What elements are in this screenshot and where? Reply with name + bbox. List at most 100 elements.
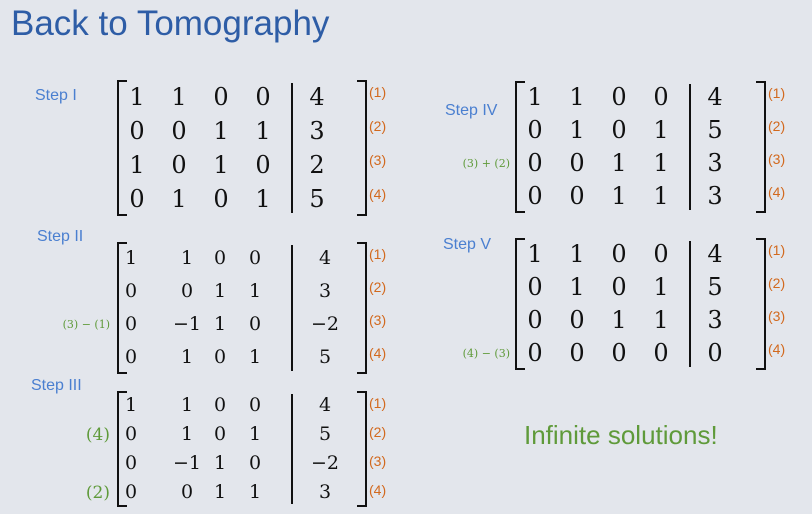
matrix-cell: 1	[653, 116, 669, 145]
matrix-cell: 0	[527, 339, 543, 368]
matrix-cell: 1	[527, 240, 543, 269]
matrix-cell: 0	[124, 313, 138, 336]
matrix-rhs-cell: 3	[707, 306, 723, 335]
conclusion-text: Infinite solutions!	[524, 420, 718, 450]
matrix-cell: 0	[611, 83, 627, 112]
step-5-label: Step V	[443, 236, 492, 253]
matrix-cell: 1	[124, 394, 138, 417]
matrix-cell: 0	[213, 423, 227, 446]
matrix-rhs-cell: 3	[318, 481, 332, 504]
matrix-cell: 1	[569, 240, 585, 269]
matrix-cell: 1	[171, 184, 187, 213]
matrix-cell: 1	[124, 247, 138, 270]
row-label: (3)	[369, 312, 387, 328]
matrix-cell: 1	[213, 313, 227, 336]
matrix-cell: 0	[124, 452, 138, 475]
matrix-cell: 0	[527, 116, 543, 145]
matrix-cell: 0	[255, 82, 271, 111]
matrix-cell: 1	[569, 116, 585, 145]
row-operation: (4)	[85, 425, 110, 445]
matrix-cell: 0	[171, 116, 187, 145]
matrix-cell: 1	[255, 184, 271, 213]
row-operation: (2)	[85, 483, 110, 503]
matrix-cell: 1	[653, 149, 669, 178]
matrix-cell: 1	[653, 182, 669, 211]
matrix-cell: 0	[213, 346, 227, 369]
matrix-cell: 0	[611, 240, 627, 269]
matrix-rhs-cell: 4	[318, 394, 332, 417]
matrix-cell: 1	[569, 83, 585, 112]
matrix-cell: 0	[171, 150, 187, 179]
matrix-cell: 0	[213, 184, 229, 213]
step-4-label: Step IV	[445, 102, 498, 119]
matrix-rhs-cell: 0	[707, 339, 723, 368]
matrix-cell: 1	[248, 346, 262, 369]
row-label: (4)	[768, 184, 786, 200]
row-label: (2)	[369, 279, 387, 295]
row-label: (1)	[369, 246, 387, 262]
step-2-label: Step II	[37, 228, 84, 245]
row-label: (3)	[369, 152, 387, 168]
row-operation: (3) − (1)	[62, 318, 110, 331]
matrix-cell: 0	[124, 481, 138, 504]
matrix-cell: 0	[248, 394, 262, 417]
matrix-rhs-cell: 5	[318, 423, 332, 446]
row-label: (3)	[768, 308, 786, 324]
matrix-cell: 1	[569, 273, 585, 302]
matrix-cell: 0	[653, 240, 669, 269]
matrix-cell: 0	[527, 273, 543, 302]
matrix-cell: 0	[248, 452, 262, 475]
matrix-rhs-cell: −2	[310, 452, 339, 475]
row-label: (4)	[369, 186, 387, 202]
step-1-label: Step I	[35, 87, 77, 104]
matrix-cell: 0	[129, 116, 145, 145]
matrix-cell: 1	[611, 182, 627, 211]
matrix-cell: 0	[124, 280, 138, 303]
row-label: (2)	[369, 118, 387, 134]
row-label: (4)	[369, 482, 387, 498]
matrix-cell: 0	[527, 149, 543, 178]
matrix-cell: 1	[171, 82, 187, 111]
matrix-cell: 0	[611, 273, 627, 302]
matrix-cell: 1	[129, 82, 145, 111]
matrix-rhs-cell: 4	[309, 82, 325, 111]
matrix-rhs-cell: 5	[309, 184, 325, 213]
matrix-cell: 0	[569, 182, 585, 211]
augment-divider	[291, 394, 293, 504]
row-label: (1)	[768, 85, 786, 101]
matrix-cell: 1	[129, 150, 145, 179]
matrix-rhs-cell: 5	[707, 116, 723, 145]
matrix-rhs-cell: 3	[707, 182, 723, 211]
matrix-cell: 0	[129, 184, 145, 213]
matrix-rhs-cell: 2	[309, 150, 325, 179]
matrix-cell: 1	[213, 150, 229, 179]
row-operation: (3) + (2)	[462, 157, 510, 170]
row-label: (1)	[369, 395, 387, 411]
augment-divider	[689, 84, 691, 210]
matrix-cell: 1	[213, 116, 229, 145]
matrix-cell: 0	[248, 313, 262, 336]
matrix-cell: 0	[213, 82, 229, 111]
row-label: (3)	[768, 151, 786, 167]
matrix-cell: 1	[255, 116, 271, 145]
matrix-rhs-cell: 5	[318, 346, 332, 369]
row-label: (2)	[768, 118, 786, 134]
matrix-cell: 0	[653, 339, 669, 368]
matrix-cell: 0	[255, 150, 271, 179]
matrix-rhs-cell: −2	[310, 313, 339, 336]
matrix-cell: 1	[213, 452, 227, 475]
matrix-cell: 1	[611, 149, 627, 178]
row-label: (4)	[768, 341, 786, 357]
matrix-rhs-cell: 3	[309, 116, 325, 145]
row-label: (2)	[369, 424, 387, 440]
matrix-rhs-cell: 5	[707, 273, 723, 302]
matrix-cell: 0	[527, 306, 543, 335]
matrix-cell: 0	[569, 149, 585, 178]
matrix-cell: 1	[653, 306, 669, 335]
matrix-cell: 0	[248, 247, 262, 270]
step-3-label: Step III	[31, 377, 82, 394]
matrix-rhs-cell: 3	[318, 280, 332, 303]
row-operation: (4) − (3)	[462, 347, 510, 360]
matrix-rhs-cell: 4	[707, 83, 723, 112]
augment-divider	[291, 245, 293, 371]
